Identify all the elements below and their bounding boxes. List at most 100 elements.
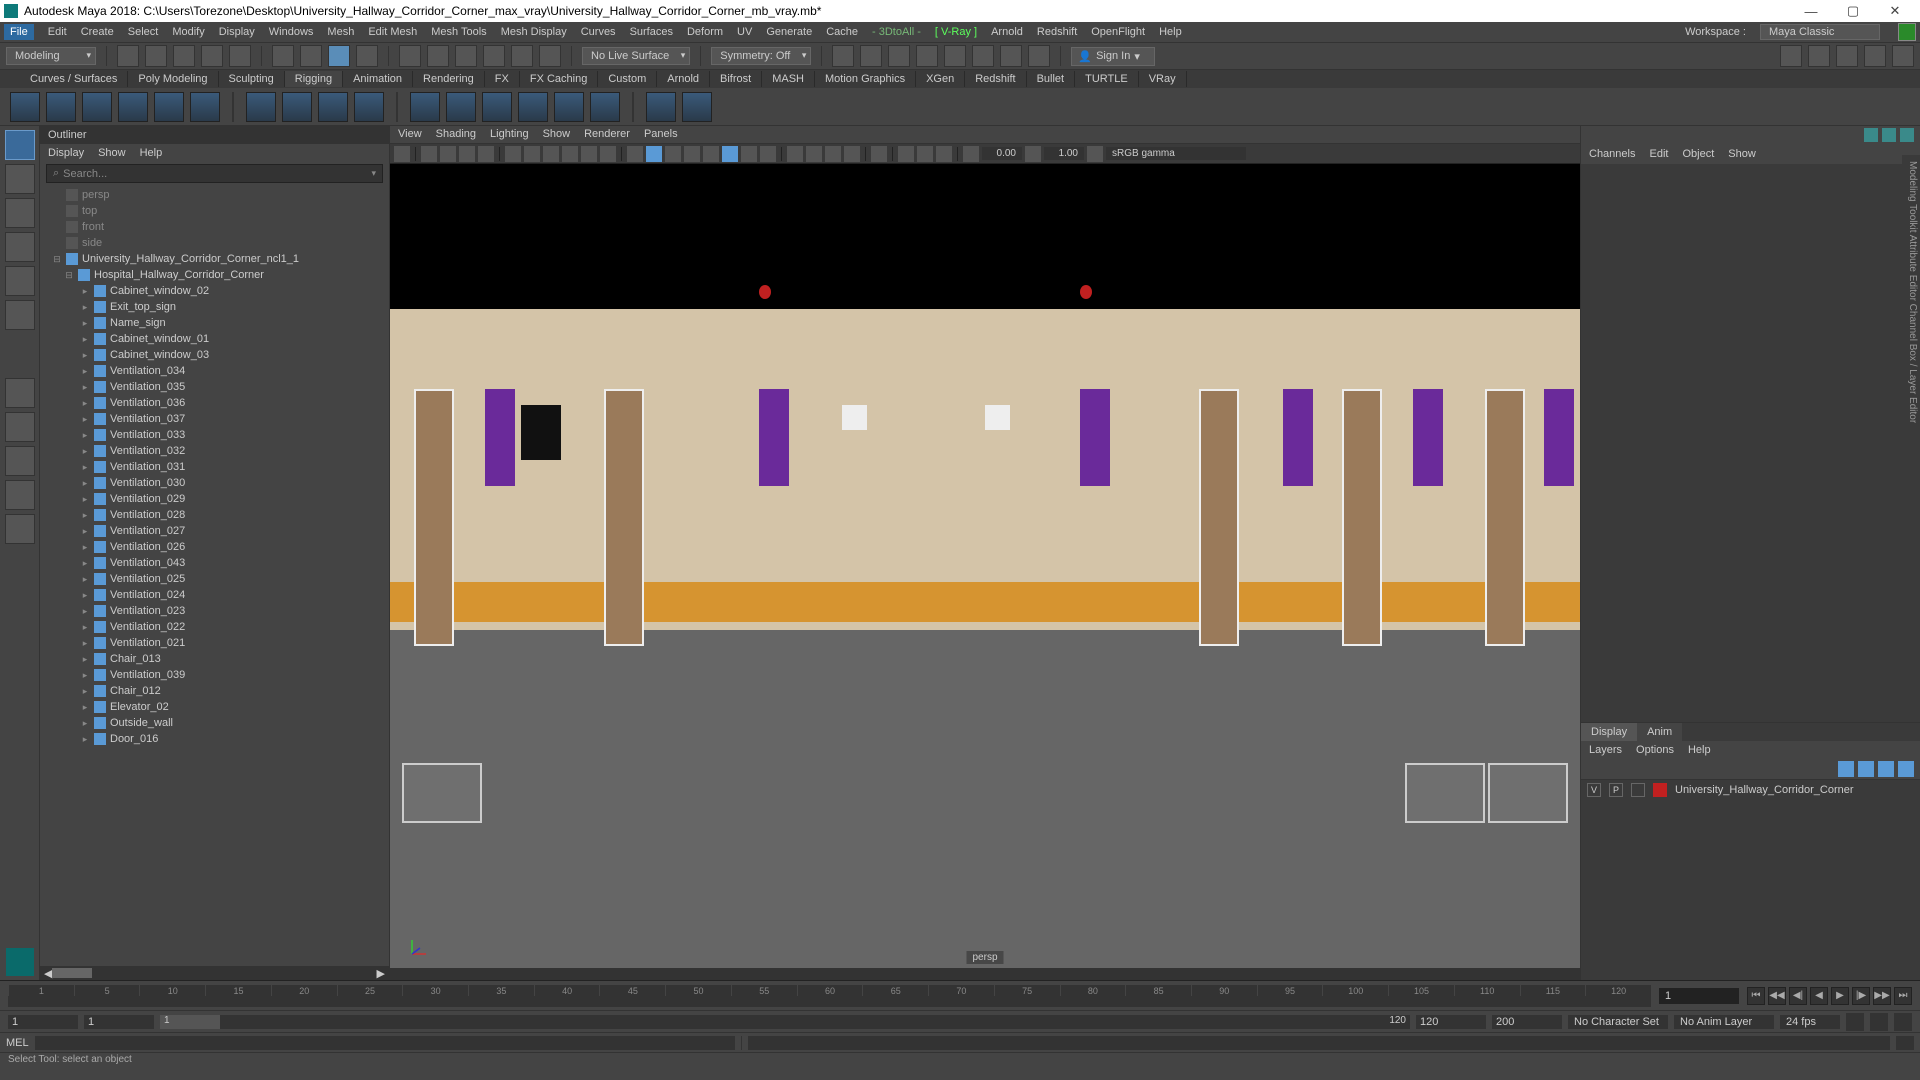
menu-modify[interactable]: Modify xyxy=(172,26,204,38)
playback-start-field[interactable]: 1 xyxy=(84,1015,154,1029)
menu-vray[interactable]: [ V-Ray ] xyxy=(935,26,977,38)
expand-icon[interactable]: ▸ xyxy=(80,574,90,585)
expand-icon[interactable]: ▸ xyxy=(80,558,90,569)
cb-toggle-2-icon[interactable] xyxy=(1882,128,1896,142)
command-language-label[interactable]: MEL xyxy=(6,1037,29,1049)
expand-icon[interactable]: ▸ xyxy=(80,302,90,313)
outliner-camera[interactable]: front xyxy=(40,219,389,235)
shelf-icon[interactable] xyxy=(354,92,384,122)
tab-arnold[interactable]: Arnold xyxy=(657,71,710,87)
workspace-lock-icon[interactable] xyxy=(1898,23,1916,41)
expand-icon[interactable]: ▸ xyxy=(80,414,90,425)
outliner-item[interactable]: ▸Chair_012 xyxy=(40,683,389,699)
vp-lights-icon[interactable] xyxy=(684,146,700,162)
cb-menu-show[interactable]: Show xyxy=(1728,148,1756,160)
vp-exposure-icon[interactable] xyxy=(963,146,979,162)
layer-display-type[interactable] xyxy=(1631,783,1645,797)
menu-uv[interactable]: UV xyxy=(737,26,752,38)
layout-two-v-icon[interactable] xyxy=(5,480,35,510)
menu-file[interactable]: File xyxy=(4,24,34,40)
tab-curves-surfaces[interactable]: Curves / Surfaces xyxy=(20,71,128,87)
play-blast-icon[interactable] xyxy=(1000,45,1022,67)
expand-icon[interactable]: ▸ xyxy=(80,398,90,409)
outliner-item[interactable]: ▸Ventilation_029 xyxy=(40,491,389,507)
vp-menu-show[interactable]: Show xyxy=(543,128,571,141)
render-settings-icon[interactable] xyxy=(888,45,910,67)
outliner-tree[interactable]: persp top front side ⊟University_Hallway… xyxy=(40,185,389,966)
expand-icon[interactable]: ▸ xyxy=(80,686,90,697)
close-button[interactable]: ✕ xyxy=(1874,3,1916,19)
expand-icon[interactable]: ▸ xyxy=(80,654,90,665)
vp-shaded-icon[interactable] xyxy=(646,146,662,162)
layer-tab-display[interactable]: Display xyxy=(1581,723,1637,741)
outliner-item[interactable]: ▸Ventilation_030 xyxy=(40,475,389,491)
tab-custom[interactable]: Custom xyxy=(598,71,657,87)
shelf-icon[interactable] xyxy=(518,92,548,122)
channelbox-toggle-icon[interactable] xyxy=(1892,45,1914,67)
expand-icon[interactable]: ⊟ xyxy=(64,270,74,281)
hypershade-icon[interactable] xyxy=(916,45,938,67)
snap-live-icon[interactable] xyxy=(511,45,533,67)
redo-icon[interactable] xyxy=(229,45,251,67)
layer-new-empty-icon[interactable] xyxy=(1878,761,1894,777)
vp-shadows-icon[interactable] xyxy=(703,146,719,162)
right-sidebar-tabs[interactable]: Modeling Toolkit Attribute Editor Channe… xyxy=(1902,155,1920,715)
pause-icon[interactable] xyxy=(1028,45,1050,67)
save-scene-icon[interactable] xyxy=(173,45,195,67)
snap-curve-icon[interactable] xyxy=(427,45,449,67)
menu-create[interactable]: Create xyxy=(81,26,114,38)
panel-layout-3-icon[interactable] xyxy=(1836,45,1858,67)
minimize-button[interactable]: ― xyxy=(1790,4,1832,19)
go-to-end-icon[interactable]: ⏭ xyxy=(1894,987,1912,1005)
outliner-menu-show[interactable]: Show xyxy=(98,147,126,159)
outliner-item[interactable]: ▸Outside_wall xyxy=(40,715,389,731)
ipr-icon[interactable] xyxy=(832,45,854,67)
vp-aa-icon[interactable] xyxy=(825,146,841,162)
outliner-item[interactable]: ▸Elevator_02 xyxy=(40,699,389,715)
shelf-icon[interactable] xyxy=(282,92,312,122)
outliner-item[interactable]: ▸Cabinet_window_03 xyxy=(40,347,389,363)
shelf-icon[interactable] xyxy=(446,92,476,122)
expand-icon[interactable]: ▸ xyxy=(80,462,90,473)
menu-generate[interactable]: Generate xyxy=(766,26,812,38)
vp-res-gate-icon[interactable] xyxy=(543,146,559,162)
menu-3dtoall[interactable]: - 3DtoAll - xyxy=(872,26,921,38)
outliner-item[interactable]: ▸Ventilation_032 xyxy=(40,443,389,459)
fps-dropdown[interactable]: 24 fps xyxy=(1780,1015,1840,1029)
vp-2d-pan-icon[interactable] xyxy=(459,146,475,162)
new-scene-icon[interactable] xyxy=(117,45,139,67)
menu-mesh-display[interactable]: Mesh Display xyxy=(501,26,567,38)
layout-four-icon[interactable] xyxy=(5,412,35,442)
menu-curves[interactable]: Curves xyxy=(581,26,616,38)
panel-layout-4-icon[interactable] xyxy=(1864,45,1886,67)
expand-icon[interactable]: ▸ xyxy=(80,494,90,505)
expand-icon[interactable]: ▸ xyxy=(80,318,90,329)
outliner-item[interactable]: ▸Ventilation_026 xyxy=(40,539,389,555)
vp-textured-icon[interactable] xyxy=(665,146,681,162)
shelf-icon[interactable] xyxy=(46,92,76,122)
vp-film-gate-icon[interactable] xyxy=(524,146,540,162)
vp-menu-panels[interactable]: Panels xyxy=(644,128,678,141)
outliner-item[interactable]: ▸Ventilation_028 xyxy=(40,507,389,523)
outliner-item[interactable]: ▸Ventilation_043 xyxy=(40,555,389,571)
lasso-tool-icon[interactable] xyxy=(5,164,35,194)
outliner-item[interactable]: ▸Ventilation_022 xyxy=(40,619,389,635)
workspace-dropdown[interactable]: Maya Classic xyxy=(1760,24,1880,40)
symmetry-dropdown[interactable]: Symmetry: Off xyxy=(711,47,811,65)
layout-single-icon[interactable] xyxy=(5,378,35,408)
range-thumb[interactable]: 1 xyxy=(160,1015,220,1029)
shelf-icon[interactable] xyxy=(10,92,40,122)
layer-menu-options[interactable]: Options xyxy=(1636,744,1674,756)
cb-toggle-1-icon[interactable] xyxy=(1864,128,1878,142)
playback-end-field[interactable]: 120 xyxy=(1416,1015,1486,1029)
expand-icon[interactable]: ▸ xyxy=(80,638,90,649)
step-forward-icon[interactable]: |▶ xyxy=(1852,987,1870,1005)
menu-openflight[interactable]: OpenFlight xyxy=(1091,26,1145,38)
shelf-icon[interactable] xyxy=(590,92,620,122)
move-tool-icon[interactable] xyxy=(5,232,35,262)
outliner-item[interactable]: ▸Ventilation_035 xyxy=(40,379,389,395)
snap-point-icon[interactable] xyxy=(455,45,477,67)
current-time-field[interactable]: 1 xyxy=(1659,988,1739,1004)
layer-visibility-toggle[interactable]: V xyxy=(1587,783,1601,797)
expand-icon[interactable]: ▸ xyxy=(80,670,90,681)
